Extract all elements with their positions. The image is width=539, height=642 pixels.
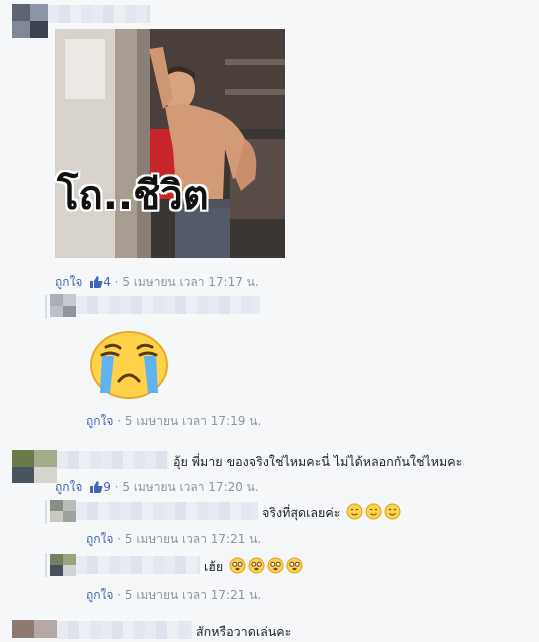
comment-text: สักหรือวาดเล่นคะ [196,624,292,639]
comment-meta: ถูกใจ · 5 เมษายน เวลา 17:19 น. [86,414,262,428]
author-name[interactable] [76,502,258,520]
flushed-face-emoji [248,557,265,574]
reply-thread-line [45,500,47,524]
meme-caption: โถ..ชีวิต [57,173,209,219]
author-name[interactable] [76,296,260,314]
smiling-face-emoji [346,503,363,520]
comment-meta: ถูกใจ 9 · 5 เมษายน เวลา 17:20 น. [55,480,259,494]
avatar[interactable] [12,4,48,38]
avatar[interactable] [12,620,57,638]
comment-text: อุ้ย พี่มาย ของจริงใช่ไหมคะนี่ ไม่ได้หลอ… [173,454,463,469]
like-link[interactable]: ถูกใจ [55,480,82,494]
smiling-face-emoji [365,503,382,520]
author-name[interactable] [48,5,150,23]
comment-meta: ถูกใจ · 5 เมษายน เวลา 17:21 น. [86,532,262,546]
flushed-face-emoji [267,557,284,574]
like-link[interactable]: ถูกใจ [86,588,113,602]
meme-photo [55,29,285,258]
post-image[interactable]: โถ..ชีวิต [55,29,285,258]
smiling-face-emoji [384,503,401,520]
like-link[interactable]: ถูกใจ [86,414,113,428]
flushed-face-emoji [286,557,303,574]
like-count[interactable]: 4 [86,275,114,289]
comment-text: เฮ้ย [204,557,303,577]
like-link[interactable]: ถูกใจ [86,532,113,546]
author-name[interactable] [57,451,169,469]
avatar[interactable] [12,450,57,483]
author-name[interactable] [57,621,192,639]
crying-face-sticker[interactable] [88,327,170,399]
avatar[interactable] [50,500,76,522]
thumbs-up-icon [90,481,103,493]
like-link[interactable]: ถูกใจ [55,275,82,289]
flushed-face-emoji [229,557,246,574]
reply-thread-line [45,295,47,319]
like-count[interactable]: 9 [86,480,114,494]
author-name[interactable] [76,556,200,574]
thumbs-up-icon [90,276,103,288]
comment-meta: ถูกใจ · 5 เมษายน เวลา 17:21 น. [86,588,262,602]
comment-text: จริงที่สุดเลยค่ะ [262,503,401,523]
comment-meta: ถูกใจ 4 · 5 เมษายน เวลา 17:17 น. [55,275,259,289]
reply-thread-line [45,553,47,577]
avatar[interactable] [50,554,76,576]
avatar[interactable] [50,294,76,317]
